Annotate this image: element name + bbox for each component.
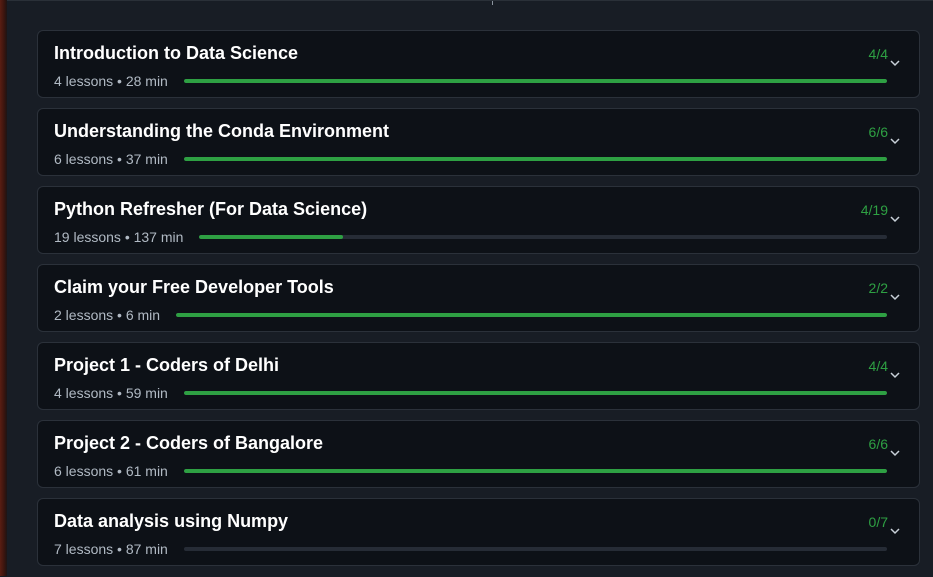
module-progress-fill bbox=[199, 235, 344, 239]
module-title: Python Refresher (For Data Science) bbox=[54, 199, 368, 219]
module-meta: 2 lessons • 6 min bbox=[54, 307, 161, 323]
module-meta: 19 lessons • 137 min bbox=[54, 229, 184, 245]
chevron-down-icon[interactable] bbox=[889, 525, 901, 537]
chevron-down-icon[interactable] bbox=[889, 369, 901, 381]
module-list: Introduction to Data Science 4 lessons •… bbox=[37, 30, 920, 576]
module-meta: 4 lessons • 28 min bbox=[54, 73, 168, 89]
module-card[interactable]: Understanding the Conda Environment 6 le… bbox=[37, 108, 920, 176]
module-progress-count: 6/6 bbox=[868, 124, 888, 140]
module-card[interactable]: Project 1 - Coders of Delhi 4 lessons • … bbox=[37, 342, 920, 410]
module-progress-count: 2/2 bbox=[868, 280, 888, 296]
module-card[interactable]: Python Refresher (For Data Science) 19 l… bbox=[37, 186, 920, 254]
module-progress-count: 4/4 bbox=[868, 358, 888, 374]
module-title: Claim your Free Developer Tools bbox=[54, 277, 334, 297]
chevron-down-icon[interactable] bbox=[889, 291, 901, 303]
module-title: Introduction to Data Science bbox=[54, 43, 299, 63]
module-progress-bar bbox=[199, 235, 887, 239]
module-progress-fill bbox=[176, 313, 887, 317]
module-card[interactable]: Claim your Free Developer Tools 2 lesson… bbox=[37, 264, 920, 332]
module-progress-fill bbox=[184, 391, 887, 395]
module-progress-fill bbox=[184, 79, 887, 83]
module-title: Project 2 - Coders of Bangalore bbox=[54, 433, 324, 453]
module-progress-count: 0/7 bbox=[868, 514, 888, 530]
module-progress-count: 6/6 bbox=[868, 436, 888, 452]
module-progress-count: 4/19 bbox=[860, 202, 888, 218]
background-edge bbox=[0, 0, 7, 576]
chevron-down-icon[interactable] bbox=[889, 213, 901, 225]
panel-top-marker bbox=[492, 1, 493, 5]
module-progress-fill bbox=[184, 469, 887, 473]
module-progress-bar bbox=[184, 547, 887, 551]
module-progress-bar bbox=[176, 313, 887, 317]
chevron-down-icon[interactable] bbox=[889, 135, 901, 147]
module-title: Project 1 - Coders of Delhi bbox=[54, 355, 280, 375]
module-progress-count: 4/4 bbox=[868, 46, 888, 62]
module-meta: 6 lessons • 61 min bbox=[54, 463, 168, 479]
chevron-down-icon[interactable] bbox=[889, 57, 901, 69]
module-progress-bar bbox=[184, 157, 887, 161]
module-title: Understanding the Conda Environment bbox=[54, 121, 390, 141]
module-progress-fill bbox=[184, 157, 887, 161]
module-card[interactable]: Introduction to Data Science 4 lessons •… bbox=[37, 30, 920, 98]
module-card[interactable]: Data analysis using Numpy 7 lessons • 87… bbox=[37, 498, 920, 566]
module-card[interactable]: Project 2 - Coders of Bangalore 6 lesson… bbox=[37, 420, 920, 488]
module-meta: 6 lessons • 37 min bbox=[54, 151, 168, 167]
module-progress-bar bbox=[184, 391, 887, 395]
module-progress-bar bbox=[184, 79, 887, 83]
chevron-down-icon[interactable] bbox=[889, 447, 901, 459]
course-content-panel: Introduction to Data Science 4 lessons •… bbox=[7, 0, 933, 577]
module-progress-bar bbox=[184, 469, 887, 473]
module-title: Data analysis using Numpy bbox=[54, 511, 289, 531]
module-meta: 7 lessons • 87 min bbox=[54, 541, 168, 557]
module-meta: 4 lessons • 59 min bbox=[54, 385, 168, 401]
